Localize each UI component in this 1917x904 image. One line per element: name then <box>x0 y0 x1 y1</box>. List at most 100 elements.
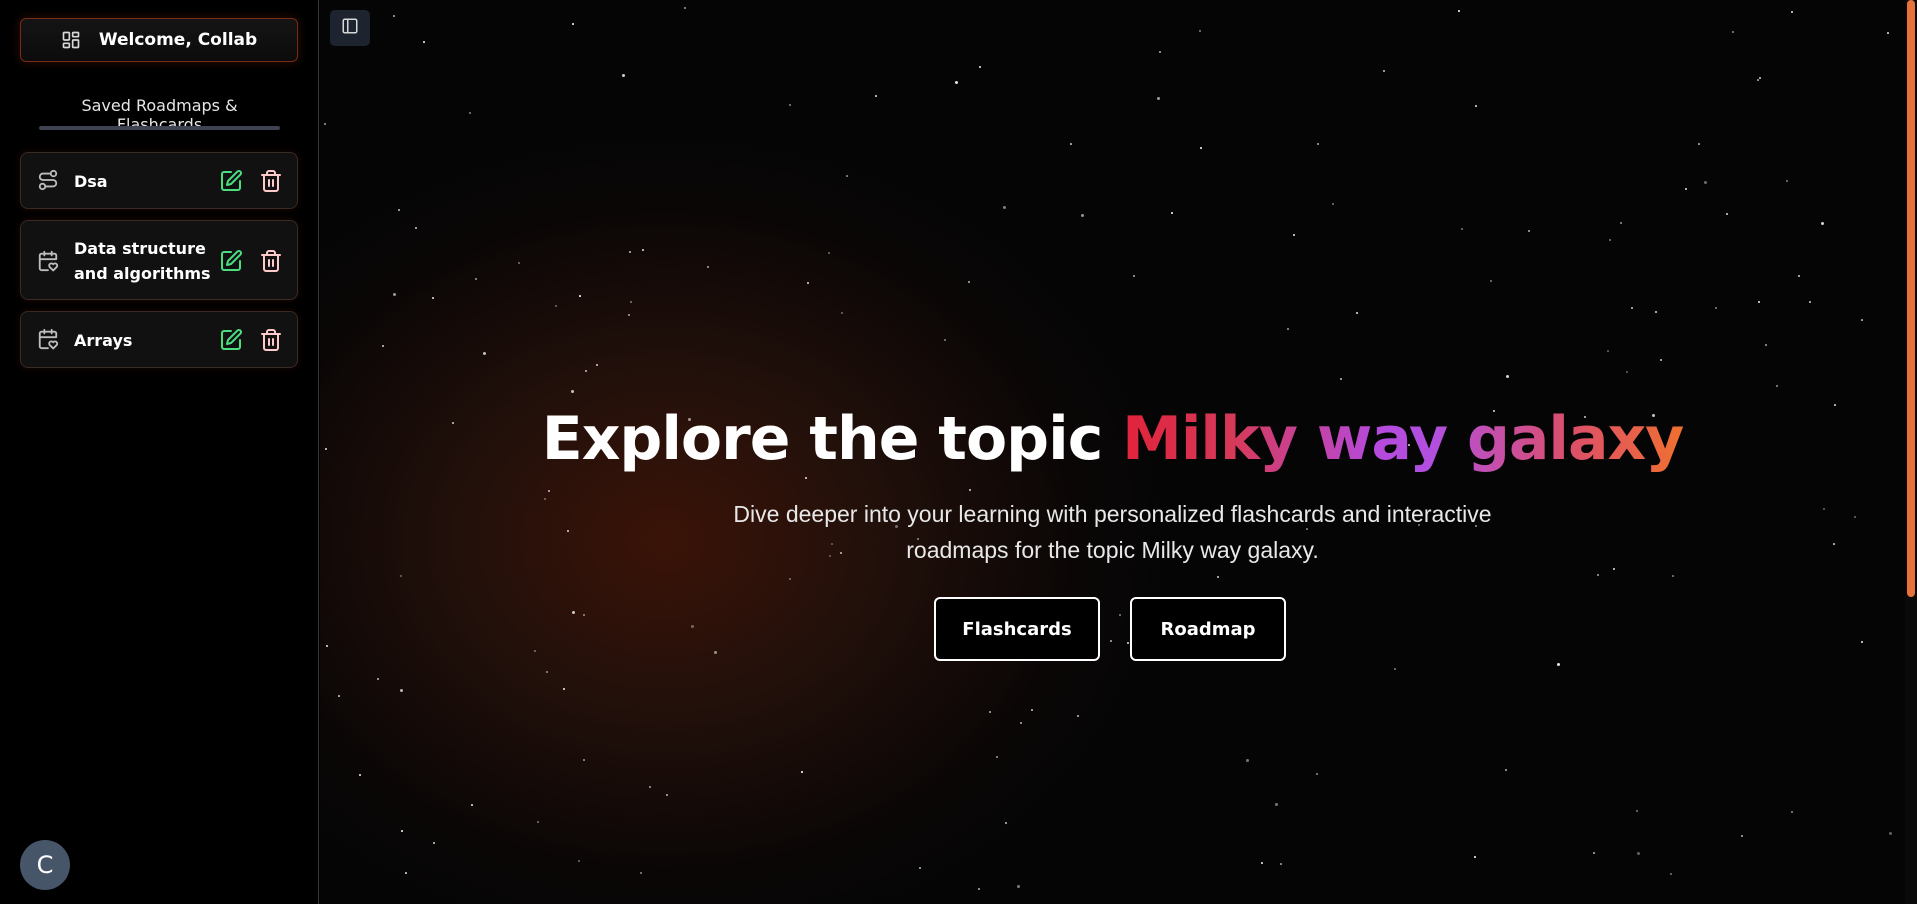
star <box>1726 213 1728 215</box>
star <box>1316 773 1318 775</box>
star <box>1020 722 1022 724</box>
star <box>548 490 550 492</box>
star <box>1791 11 1793 13</box>
hero-title-prefix: Explore the topic <box>541 404 1123 474</box>
star <box>1031 709 1033 711</box>
star <box>1758 301 1760 303</box>
star <box>640 872 642 874</box>
hero-subtitle-line1: Dive deeper into your learning with pers… <box>733 501 1492 527</box>
star <box>578 860 580 862</box>
star <box>415 227 417 229</box>
star <box>1077 715 1079 717</box>
star <box>546 671 548 673</box>
star <box>1458 10 1460 12</box>
star <box>807 282 809 284</box>
star <box>1685 188 1687 190</box>
welcome-dashboard-button[interactable]: Welcome, Collab <box>20 18 298 62</box>
star <box>326 645 328 647</box>
hero-topic: Milky way galaxy <box>1122 404 1684 474</box>
star <box>1597 574 1599 576</box>
star <box>400 575 402 577</box>
sidebar: Welcome, Collab Saved Roadmaps & Flashca… <box>0 0 319 904</box>
star <box>828 252 830 254</box>
star <box>666 794 668 796</box>
star <box>714 651 717 654</box>
saved-item-arrays[interactable]: Arrays <box>20 311 298 368</box>
trash-icon[interactable] <box>259 249 283 277</box>
hero-title: Explore the topic Milky way galaxy <box>320 404 1905 474</box>
star <box>377 678 379 680</box>
roadmap-button[interactable]: Roadmap <box>1130 597 1286 661</box>
star <box>518 262 520 264</box>
star <box>805 477 807 479</box>
star <box>1861 319 1863 321</box>
scrollbar-thumb[interactable] <box>1907 0 1915 597</box>
star <box>471 804 473 806</box>
avatar[interactable]: C <box>20 840 70 890</box>
star <box>978 888 980 890</box>
star <box>1383 70 1385 72</box>
star <box>1776 385 1778 387</box>
star <box>382 345 384 347</box>
page-scrollbar[interactable] <box>1905 0 1917 904</box>
star <box>649 786 651 788</box>
star <box>642 249 644 251</box>
star <box>1005 822 1007 824</box>
star <box>1017 885 1020 888</box>
star <box>1609 239 1611 241</box>
star <box>1607 350 1609 352</box>
trash-icon[interactable] <box>259 328 283 356</box>
star <box>1246 759 1249 762</box>
edit-icon[interactable] <box>219 169 243 197</box>
star <box>393 15 395 17</box>
flashcards-button[interactable]: Flashcards <box>934 597 1100 661</box>
star <box>628 314 630 316</box>
star <box>555 305 557 307</box>
star <box>1490 280 1492 282</box>
saved-item-data-structure[interactable]: Data structure and algorithms <box>20 220 298 300</box>
star <box>1003 206 1006 209</box>
trash-icon[interactable] <box>259 169 283 197</box>
hero-subtitle-line2: roadmaps for the topic Milky way galaxy. <box>906 537 1319 563</box>
star <box>955 81 958 84</box>
star <box>1505 769 1507 771</box>
star <box>1261 862 1263 864</box>
edit-icon[interactable] <box>219 328 243 356</box>
star <box>1861 641 1863 643</box>
star <box>1200 147 1202 149</box>
route-icon <box>37 169 59 195</box>
star <box>433 842 435 844</box>
star <box>684 7 686 9</box>
star <box>1889 832 1892 835</box>
star <box>1394 668 1396 670</box>
saved-item-label: Dsa <box>74 172 108 191</box>
saved-item-dsa[interactable]: Dsa <box>20 152 298 209</box>
star <box>1660 359 1662 361</box>
star <box>1765 344 1767 346</box>
star <box>534 650 536 652</box>
star <box>1199 30 1201 32</box>
star <box>1474 856 1476 858</box>
star <box>944 339 946 341</box>
star <box>1821 222 1824 225</box>
star <box>571 390 574 393</box>
star <box>572 23 574 25</box>
star <box>1631 307 1633 309</box>
star <box>1636 810 1638 812</box>
star <box>1620 222 1622 224</box>
star <box>629 251 631 253</box>
star <box>968 281 970 283</box>
star <box>1280 863 1282 865</box>
star <box>801 771 803 773</box>
saved-item-label: Arrays <box>74 331 133 350</box>
edit-icon[interactable] <box>219 249 243 277</box>
sidebar-toggle-button[interactable] <box>330 10 370 46</box>
star <box>1356 312 1358 314</box>
star <box>1119 614 1121 616</box>
star <box>789 104 791 106</box>
star <box>1461 228 1463 230</box>
star <box>1157 97 1160 100</box>
star <box>537 821 539 823</box>
star <box>1809 301 1811 303</box>
hero-subtitle: Dive deeper into your learning with pers… <box>320 496 1905 568</box>
